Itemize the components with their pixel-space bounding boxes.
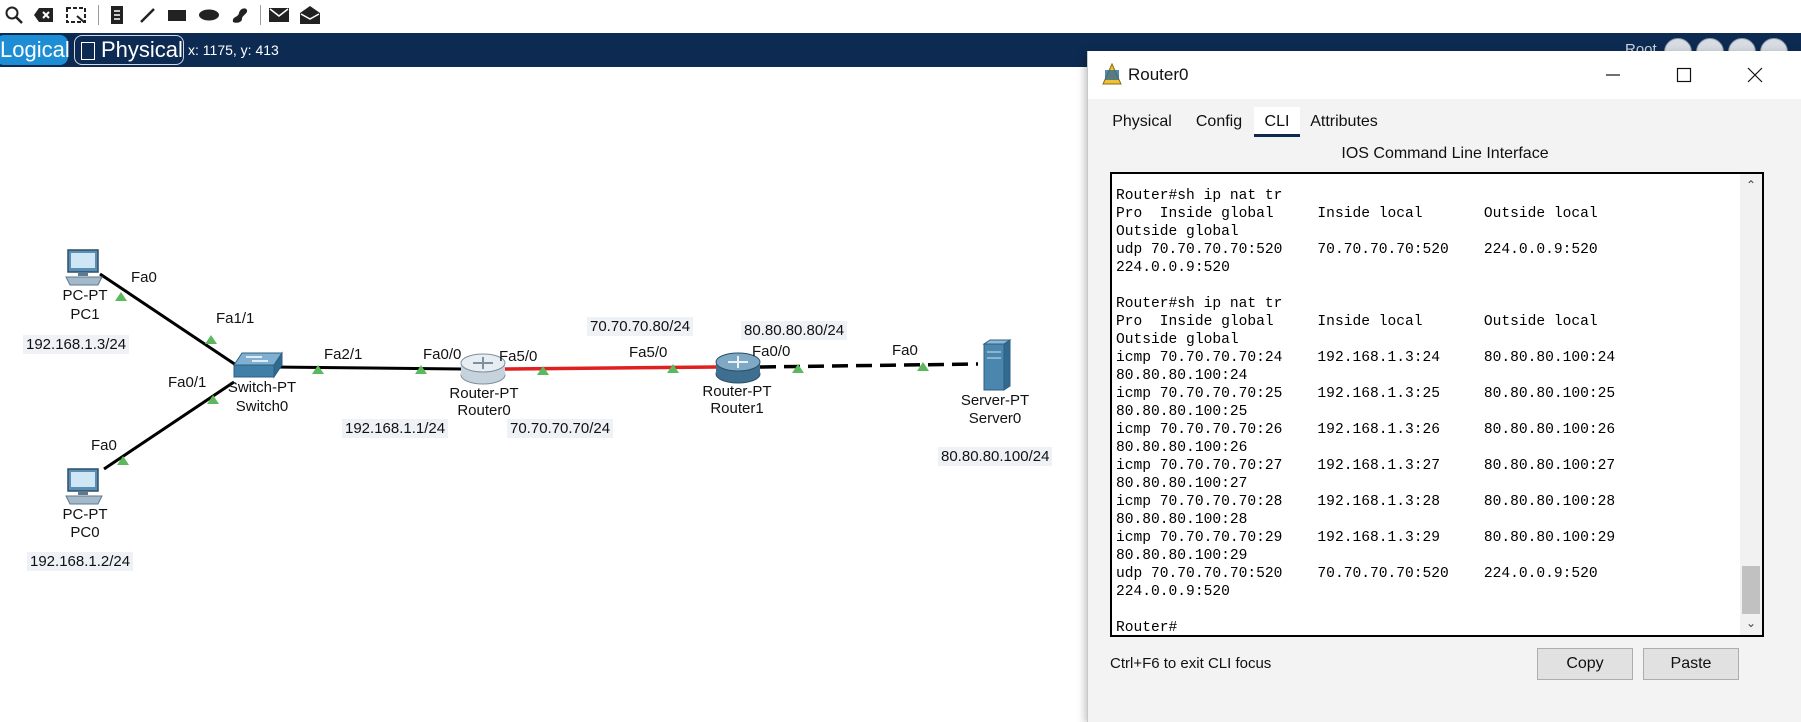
router0-fa0-0-label: Fa0/0 bbox=[423, 346, 462, 363]
freeform-icon[interactable] bbox=[229, 4, 251, 26]
packet-tracer-app-icon bbox=[1102, 62, 1122, 85]
note-icon[interactable] bbox=[106, 4, 128, 26]
switch0-name-label: Switch0 bbox=[235, 398, 289, 415]
search-icon[interactable] bbox=[3, 4, 25, 26]
cli-scrollbar[interactable]: ⌃ ⌄ bbox=[1740, 174, 1762, 635]
switch0-fa1-1-label: Fa1/1 bbox=[216, 310, 255, 327]
switch0-fa2-1-label: Fa2/1 bbox=[324, 346, 363, 363]
ellipse-icon[interactable] bbox=[198, 4, 220, 26]
server0-icon[interactable] bbox=[976, 338, 1012, 392]
pc0-computer-icon[interactable] bbox=[64, 468, 106, 506]
cli-heading: IOS Command Line Interface bbox=[1341, 145, 1549, 162]
cursor-coordinates: x: 1175, y: 413 bbox=[188, 42, 279, 58]
pc0-port-label: Fa0 bbox=[91, 437, 117, 454]
pc1-computer-icon[interactable] bbox=[64, 249, 106, 287]
tab-cli[interactable]: CLI bbox=[1254, 107, 1300, 137]
pc1-name-label: PC1 bbox=[70, 306, 100, 323]
paste-button[interactable]: Paste bbox=[1643, 648, 1739, 680]
scrollbar-thumb[interactable] bbox=[1742, 566, 1760, 614]
router0-type-label: Router-PT bbox=[449, 385, 519, 402]
tab-physical[interactable]: Physical bbox=[1100, 107, 1184, 137]
router0-wan-ip-label: 70.70.70.70/24 bbox=[507, 419, 614, 438]
tab-cli-label: CLI bbox=[1264, 113, 1290, 130]
resize-shape-icon[interactable] bbox=[65, 4, 87, 26]
minimize-icon[interactable] bbox=[1590, 57, 1636, 93]
router1-name-label: Router1 bbox=[710, 400, 764, 417]
switch0-fa0-1-label: Fa0/1 bbox=[168, 374, 207, 391]
link-pc0-switch0 bbox=[103, 380, 235, 471]
router0-name-label: Router0 bbox=[457, 402, 511, 419]
scroll-down-icon[interactable]: ⌄ bbox=[1744, 616, 1758, 630]
link-switch0-router0 bbox=[271, 365, 463, 371]
pc1-type-label: PC-PT bbox=[62, 287, 108, 304]
logical-mode-tab[interactable]: Logical bbox=[0, 35, 70, 65]
window-titlebar[interactable]: Router0 bbox=[1088, 51, 1801, 99]
logical-workspace-canvas[interactable]: PC-PT PC1 Fa0 192.168.1.3/24 Fa1/1 Fa0/1… bbox=[0, 67, 1088, 722]
physical-mode-label: Physical bbox=[101, 37, 183, 62]
draw-line-icon[interactable] bbox=[136, 4, 158, 26]
router1-lan-ip-label: 80.80.80.80/24 bbox=[741, 321, 848, 340]
router1-fa5-0-label: Fa5/0 bbox=[629, 344, 668, 361]
cli-output[interactable]: Router#sh ip nat tr Pro Inside global In… bbox=[1116, 187, 1615, 635]
port-pc1-fa0 bbox=[115, 292, 127, 301]
complex-pdu-icon[interactable] bbox=[299, 4, 321, 26]
router0-device-window: Router0 Physical Config CLI Attributes I… bbox=[1087, 51, 1801, 722]
switch0-icon[interactable] bbox=[232, 351, 284, 381]
topology-links bbox=[99, 272, 979, 471]
physical-workspace-icon bbox=[81, 42, 95, 60]
router1-wan-ip-label: 70.70.70.80/24 bbox=[587, 317, 694, 336]
toolbar-separator bbox=[260, 5, 261, 25]
server0-name-label: Server0 bbox=[968, 410, 1022, 427]
link-router0-router1 bbox=[504, 365, 719, 371]
maximize-icon[interactable] bbox=[1661, 57, 1707, 93]
tab-config[interactable]: Config bbox=[1184, 107, 1254, 137]
server0-ip-label: 80.80.80.100/24 bbox=[938, 447, 1053, 466]
router0-lan-ip-label: 192.168.1.1/24 bbox=[342, 419, 449, 438]
router1-type-label: Router-PT bbox=[702, 383, 772, 400]
cli-focus-hint: Ctrl+F6 to exit CLI focus bbox=[1110, 655, 1272, 672]
scroll-up-icon[interactable]: ⌃ bbox=[1744, 178, 1758, 192]
physical-mode-tab[interactable]: Physical bbox=[74, 35, 184, 65]
toolbar-separator bbox=[98, 5, 99, 25]
active-tab-indicator bbox=[1254, 134, 1300, 137]
rectangle-icon[interactable] bbox=[166, 4, 188, 26]
pc0-type-label: PC-PT bbox=[62, 506, 108, 523]
port-switch-fa1-1 bbox=[205, 335, 217, 344]
server0-port-label: Fa0 bbox=[892, 342, 918, 359]
server0-type-label: Server-PT bbox=[960, 392, 1030, 409]
pc1-port-label: Fa0 bbox=[131, 269, 157, 286]
cli-console[interactable]: Router#sh ip nat tr Pro Inside global In… bbox=[1110, 172, 1764, 637]
delete-icon[interactable] bbox=[33, 4, 55, 26]
simple-pdu-icon[interactable] bbox=[268, 4, 290, 26]
tab-attributes[interactable]: Attributes bbox=[1300, 107, 1388, 137]
link-router1-server0 bbox=[759, 362, 979, 369]
window-title: Router0 bbox=[1128, 65, 1189, 84]
pc0-name-label: PC0 bbox=[70, 524, 100, 541]
copy-button[interactable]: Copy bbox=[1537, 648, 1633, 680]
router0-fa5-0-label: Fa5/0 bbox=[499, 348, 538, 365]
close-icon[interactable] bbox=[1732, 57, 1778, 93]
pc1-ip-label: 192.168.1.3/24 bbox=[23, 335, 130, 354]
router1-fa0-0-label: Fa0/0 bbox=[752, 343, 791, 360]
pc0-ip-label: 192.168.1.2/24 bbox=[27, 552, 134, 571]
main-toolbar bbox=[0, 0, 1801, 31]
switch0-type-label: Switch-PT bbox=[227, 379, 297, 396]
